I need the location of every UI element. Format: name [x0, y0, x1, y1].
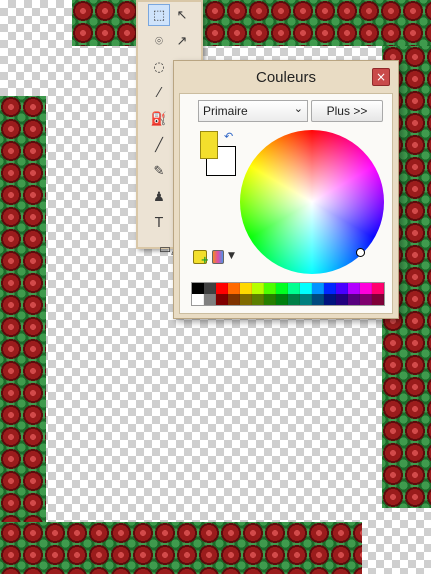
paintbrush-icon[interactable]: ╱	[148, 134, 170, 156]
palette-color-swatch[interactable]	[216, 283, 228, 294]
palette-color-swatch[interactable]	[228, 283, 240, 294]
palette-color-swatch[interactable]	[348, 283, 360, 294]
palette-color-swatch[interactable]	[276, 283, 288, 294]
color-mode-select[interactable]: Primaire ⌄	[198, 100, 308, 122]
palette-color-swatch[interactable]	[300, 283, 312, 294]
palette-color-swatch[interactable]	[216, 294, 228, 305]
palette-color-swatch[interactable]	[288, 283, 300, 294]
rose-border-top	[72, 0, 431, 46]
clone-stamp-icon[interactable]: ♟	[148, 186, 170, 208]
palette-color-swatch[interactable]	[300, 294, 312, 305]
rectangle-select-icon[interactable]: ⬚	[148, 4, 170, 26]
rose-border-left	[0, 96, 46, 574]
palette-color-swatch[interactable]	[192, 294, 204, 305]
palette-color-swatch[interactable]	[252, 283, 264, 294]
add-to-palette-icon[interactable]: +	[193, 250, 209, 266]
color-mode-value: Primaire	[203, 104, 248, 118]
colors-window: Couleurs × Primaire ⌄ Plus >> ↶ + ▼	[173, 60, 399, 319]
primary-color-swatch[interactable]	[200, 131, 218, 159]
palette-color-swatch[interactable]	[204, 283, 216, 294]
colors-window-title: Couleurs	[255, 68, 317, 86]
palette-color-swatch[interactable]	[348, 294, 360, 305]
colors-panel: Primaire ⌄ Plus >> ↶ + ▼	[179, 93, 393, 314]
palette-color-swatch[interactable]	[204, 294, 216, 305]
magic-wand-icon[interactable]: ⁄	[148, 82, 170, 104]
palette-color-swatch[interactable]	[312, 283, 324, 294]
close-button[interactable]: ×	[372, 68, 390, 86]
palette-menu-arrow-icon[interactable]: ▼	[228, 251, 235, 261]
pencil-icon[interactable]: ✎	[148, 160, 170, 182]
palette-color-swatch[interactable]	[252, 294, 264, 305]
rose-border-bottom	[0, 522, 362, 574]
palette-color-swatch[interactable]	[240, 283, 252, 294]
palette-color-swatch[interactable]	[192, 283, 204, 294]
palette-color-swatch[interactable]	[264, 283, 276, 294]
palette-color-swatch[interactable]	[336, 283, 348, 294]
text-icon[interactable]: T	[148, 212, 170, 234]
palette-color-swatch[interactable]	[324, 294, 336, 305]
palette-color-swatch[interactable]	[324, 283, 336, 294]
more-button[interactable]: Plus >>	[311, 100, 383, 122]
chevron-down-icon: ⌄	[293, 103, 303, 115]
palette-color-swatch[interactable]	[264, 294, 276, 305]
paint-bucket-icon[interactable]: ⛽	[148, 108, 170, 130]
lasso-select-icon[interactable]: ⌾	[148, 30, 170, 52]
palette-color-swatch[interactable]	[228, 294, 240, 305]
move-selected-icon[interactable]: ↗	[171, 30, 193, 52]
palette-color-swatch[interactable]	[372, 283, 384, 294]
color-palette	[191, 282, 385, 306]
palette-color-swatch[interactable]	[276, 294, 288, 305]
palette-color-swatch[interactable]	[288, 294, 300, 305]
palette-color-swatch[interactable]	[312, 294, 324, 305]
palette-color-swatch[interactable]	[360, 283, 372, 294]
palette-color-swatch[interactable]	[336, 294, 348, 305]
color-wheel-handle[interactable]	[356, 248, 365, 257]
swap-colors-icon[interactable]: ↶	[224, 130, 233, 143]
palette-color-swatch[interactable]	[240, 294, 252, 305]
palette-menu-icon[interactable]	[212, 250, 224, 264]
palette-color-swatch[interactable]	[360, 294, 372, 305]
move-selection-icon[interactable]: ↖	[171, 4, 193, 26]
ellipse-select-icon[interactable]: ◌	[148, 56, 170, 78]
palette-color-swatch[interactable]	[372, 294, 384, 305]
